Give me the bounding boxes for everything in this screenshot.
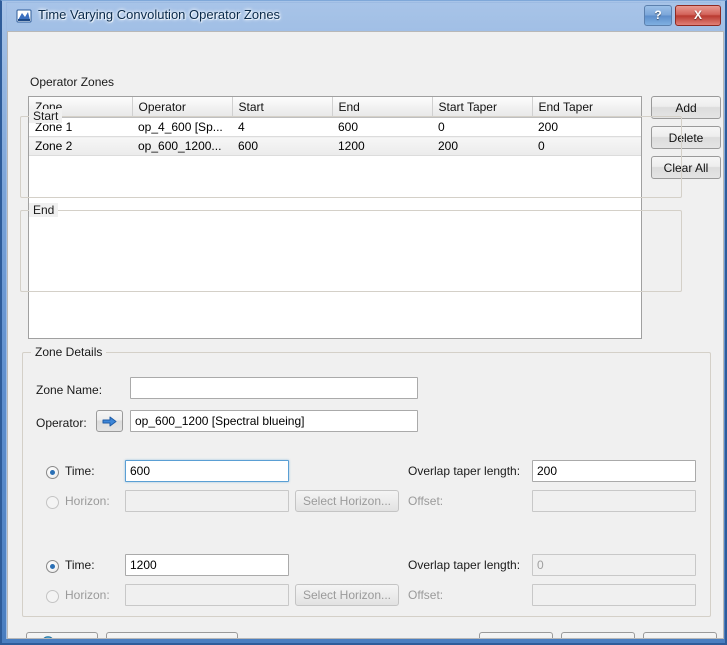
- operator-input[interactable]: [130, 410, 418, 432]
- end-offset-label: Offset:: [408, 588, 444, 602]
- cancel-button-label: Cancel: [669, 636, 706, 639]
- app-chart-icon: [16, 8, 32, 24]
- start-time-radio[interactable]: [46, 466, 59, 479]
- end-group: End: [20, 203, 682, 292]
- column-header-end[interactable]: End: [332, 97, 433, 118]
- end-offset-input[interactable]: [532, 584, 696, 606]
- window-title: Time Varying Convolution Operator Zones: [38, 7, 281, 22]
- check-icon: ✓: [582, 637, 593, 639]
- end-group-title: End: [29, 203, 59, 217]
- table-header-row: Zone Operator Start End Start Taper End …: [29, 97, 641, 118]
- help-caption-button[interactable]: ?: [644, 5, 672, 26]
- start-overlap-taper-label: Overlap taper length:: [408, 464, 521, 478]
- help-icon: ?: [41, 635, 55, 639]
- column-header-end-taper[interactable]: End Taper: [532, 97, 641, 118]
- column-header-start-taper[interactable]: Start Taper: [432, 97, 533, 118]
- apply-button[interactable]: ✓Apply: [479, 632, 553, 639]
- svg-text:?: ?: [45, 638, 51, 639]
- zone-details-group-title: Zone Details: [31, 345, 107, 359]
- column-header-operator[interactable]: Operator: [132, 97, 233, 118]
- start-horizon-input[interactable]: [125, 490, 289, 512]
- end-overlap-taper-input[interactable]: [532, 554, 696, 576]
- title-bar: Time Varying Convolution Operator Zones …: [2, 1, 727, 31]
- end-time-input[interactable]: [125, 554, 289, 576]
- end-horizon-radio[interactable]: [46, 590, 59, 603]
- window-frame: Time Varying Convolution Operator Zones …: [0, 0, 727, 645]
- end-horizon-label: Horizon:: [65, 588, 110, 602]
- close-caption-button[interactable]: X: [675, 5, 721, 26]
- end-overlap-taper-label: Overlap taper length:: [408, 558, 521, 572]
- operator-label: Operator:: [36, 416, 87, 430]
- column-header-start[interactable]: Start: [232, 97, 333, 118]
- dialog-client-area: Operator Zones Zone Operator Start End S…: [7, 31, 724, 639]
- start-horizon-radio[interactable]: [46, 496, 59, 509]
- start-group: Start: [20, 109, 682, 198]
- operator-zones-group-title: Operator Zones: [26, 75, 119, 89]
- start-time-input[interactable]: [125, 460, 289, 482]
- start-group-title: Start: [29, 109, 63, 123]
- start-offset-label: Offset:: [408, 494, 444, 508]
- ok-button-label: OK: [597, 636, 614, 639]
- check-zones-validity-button[interactable]: Check Zones Validity: [106, 632, 238, 638]
- ok-button[interactable]: ✓ OK: [561, 632, 635, 639]
- close-icon: ✗: [654, 637, 665, 639]
- start-offset-input[interactable]: [532, 490, 696, 512]
- start-select-horizon-button[interactable]: Select Horizon...: [295, 490, 399, 512]
- check-icon: ✓: [494, 637, 505, 639]
- arrow-right-icon[interactable]: [96, 410, 123, 432]
- zone-name-input[interactable]: [130, 377, 418, 399]
- zone-name-label: Zone Name:: [36, 383, 103, 397]
- cancel-button[interactable]: ✗ Cancel: [643, 632, 717, 639]
- apply-button-label: Apply: [508, 636, 538, 639]
- start-horizon-label: Horizon:: [65, 494, 110, 508]
- end-time-radio[interactable]: [46, 560, 59, 573]
- help-button-label: Help: [59, 637, 84, 639]
- start-overlap-taper-input[interactable]: [532, 460, 696, 482]
- end-select-horizon-button[interactable]: Select Horizon...: [295, 584, 399, 606]
- start-time-label: Time:: [65, 464, 95, 478]
- end-horizon-input[interactable]: [125, 584, 289, 606]
- help-button[interactable]: ? Help: [26, 632, 98, 639]
- end-time-label: Time:: [65, 558, 95, 572]
